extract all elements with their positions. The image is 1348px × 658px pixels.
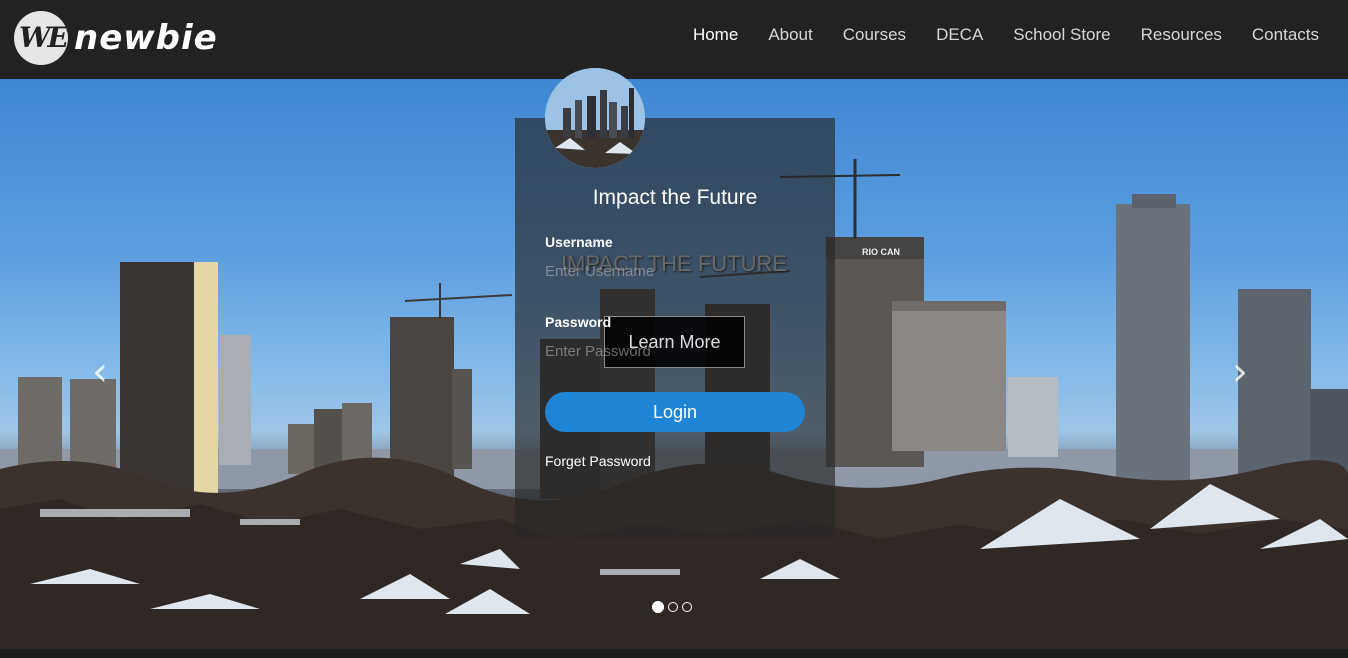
indicator-dot[interactable] (652, 601, 664, 613)
login-title: Impact the Future (592, 186, 758, 209)
brand-name: newbie (74, 18, 218, 58)
chevron-right-icon[interactable]: › (1232, 349, 1248, 395)
avatar (545, 68, 645, 168)
main-nav: Home About Courses DECA School Store Res… (678, 22, 1334, 48)
chevron-left-icon[interactable]: ‹ (92, 349, 108, 395)
nav-courses[interactable]: Courses (828, 22, 921, 48)
navbar: WE newbie Home About Courses DECA School… (0, 0, 1348, 79)
carousel-indicators (652, 601, 692, 613)
brand-logo[interactable]: WE newbie (14, 9, 218, 67)
forget-password-link[interactable]: Forget Password (545, 453, 651, 469)
username-label: Username (545, 234, 613, 250)
logo-mark-icon: WE (14, 11, 68, 65)
indicator-dot[interactable] (682, 602, 692, 612)
login-button[interactable]: Login (545, 392, 805, 432)
city-avatar-icon (545, 68, 645, 168)
password-input[interactable] (545, 340, 805, 362)
nav-about[interactable]: About (753, 22, 827, 48)
nav-deca[interactable]: DECA (921, 22, 998, 48)
nav-home[interactable]: Home (678, 22, 753, 48)
indicator-dot[interactable] (668, 602, 678, 612)
nav-contacts[interactable]: Contacts (1237, 22, 1334, 48)
nav-resources[interactable]: Resources (1126, 22, 1237, 48)
username-input[interactable] (545, 260, 805, 282)
page-footer-edge (0, 649, 1348, 658)
nav-school-store[interactable]: School Store (998, 22, 1125, 48)
password-label: Password (545, 314, 612, 330)
